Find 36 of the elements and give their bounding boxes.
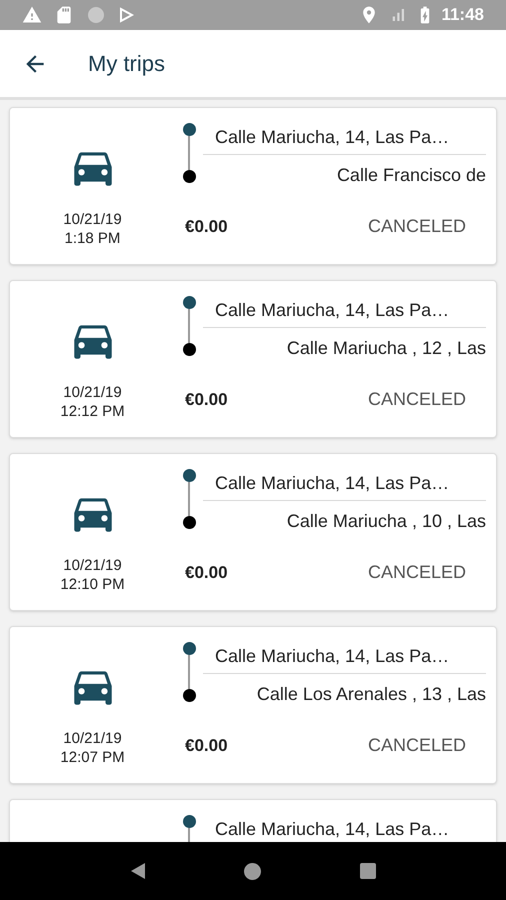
screen-title: My trips (88, 50, 165, 78)
triangle-icon (130, 862, 146, 880)
trip-card[interactable]: 10/21/19 1:18 PM Calle Mariucha, 14, Las Pa… Calle Francisco de €0.00 CANCELED (9, 107, 497, 265)
trip-price: €0.00 (185, 734, 228, 757)
trip-status: CANCELED (368, 561, 466, 584)
trip-price: €0.00 (185, 216, 228, 238)
trip-time: 12:07 PM (60, 748, 125, 767)
trip-price: €0.00 (185, 388, 228, 411)
trip-price: €0.00 (185, 562, 228, 584)
square-icon (360, 863, 376, 879)
destination-address: Calle Los Arenales , 13 , Las (256, 682, 486, 706)
warning-icon (22, 5, 42, 25)
origin-address: Calle Mariucha, 14, Las Pa… (215, 644, 450, 668)
trip-time: 1:18 PM (64, 229, 120, 248)
trip-date: 10/21/19 (63, 210, 122, 229)
trip-status: CANCELED (368, 388, 466, 411)
trip-date: 10/21/19 (63, 729, 122, 748)
trip-time: 12:10 PM (60, 575, 125, 594)
origin-address: Calle Mariucha, 14, Las Pa… (215, 472, 450, 494)
trip-time: 12:12 PM (60, 402, 125, 421)
trip-status: CANCELED (368, 215, 466, 238)
origin-address: Calle Mariucha, 14, Las Pa… (215, 818, 450, 840)
trip-card[interactable]: 10/21/19 12:10 PM Calle Mariucha, 14, Las Pa… Calle Mariucha , 10 , Las €0.00 CANCELED (9, 453, 497, 611)
origin-address: Calle Mariucha, 14, Las Pa… (215, 298, 450, 322)
status-time: 11:48 (441, 4, 484, 26)
destination-address: Calle Mariucha , 12 , Las (286, 336, 486, 360)
trip-date: 10/21/19 (63, 383, 122, 402)
trip-status: CANCELED (368, 734, 466, 757)
trip-card[interactable]: Calle Mariucha, 14, Las Pa… (9, 799, 497, 842)
destination-address: Calle Francisco de (336, 164, 486, 186)
trip-card[interactable]: 10/21/19 12:07 PM Calle Mariucha, 14, Las Pa… Calle Los Arenales , 13 , Las €0.00 CANCELED (9, 626, 497, 784)
trip-card[interactable]: 10/21/19 12:12 PM Calle Mariucha, 14, Las Pa… Calle Mariucha , 12 , Las €0.00 CANCELED (9, 280, 497, 438)
trip-date: 10/21/19 (63, 556, 122, 575)
origin-address: Calle Mariucha, 14, Las Pa… (215, 126, 450, 148)
destination-address: Calle Mariucha , 10 , Las (286, 510, 486, 532)
play-icon (118, 7, 134, 23)
